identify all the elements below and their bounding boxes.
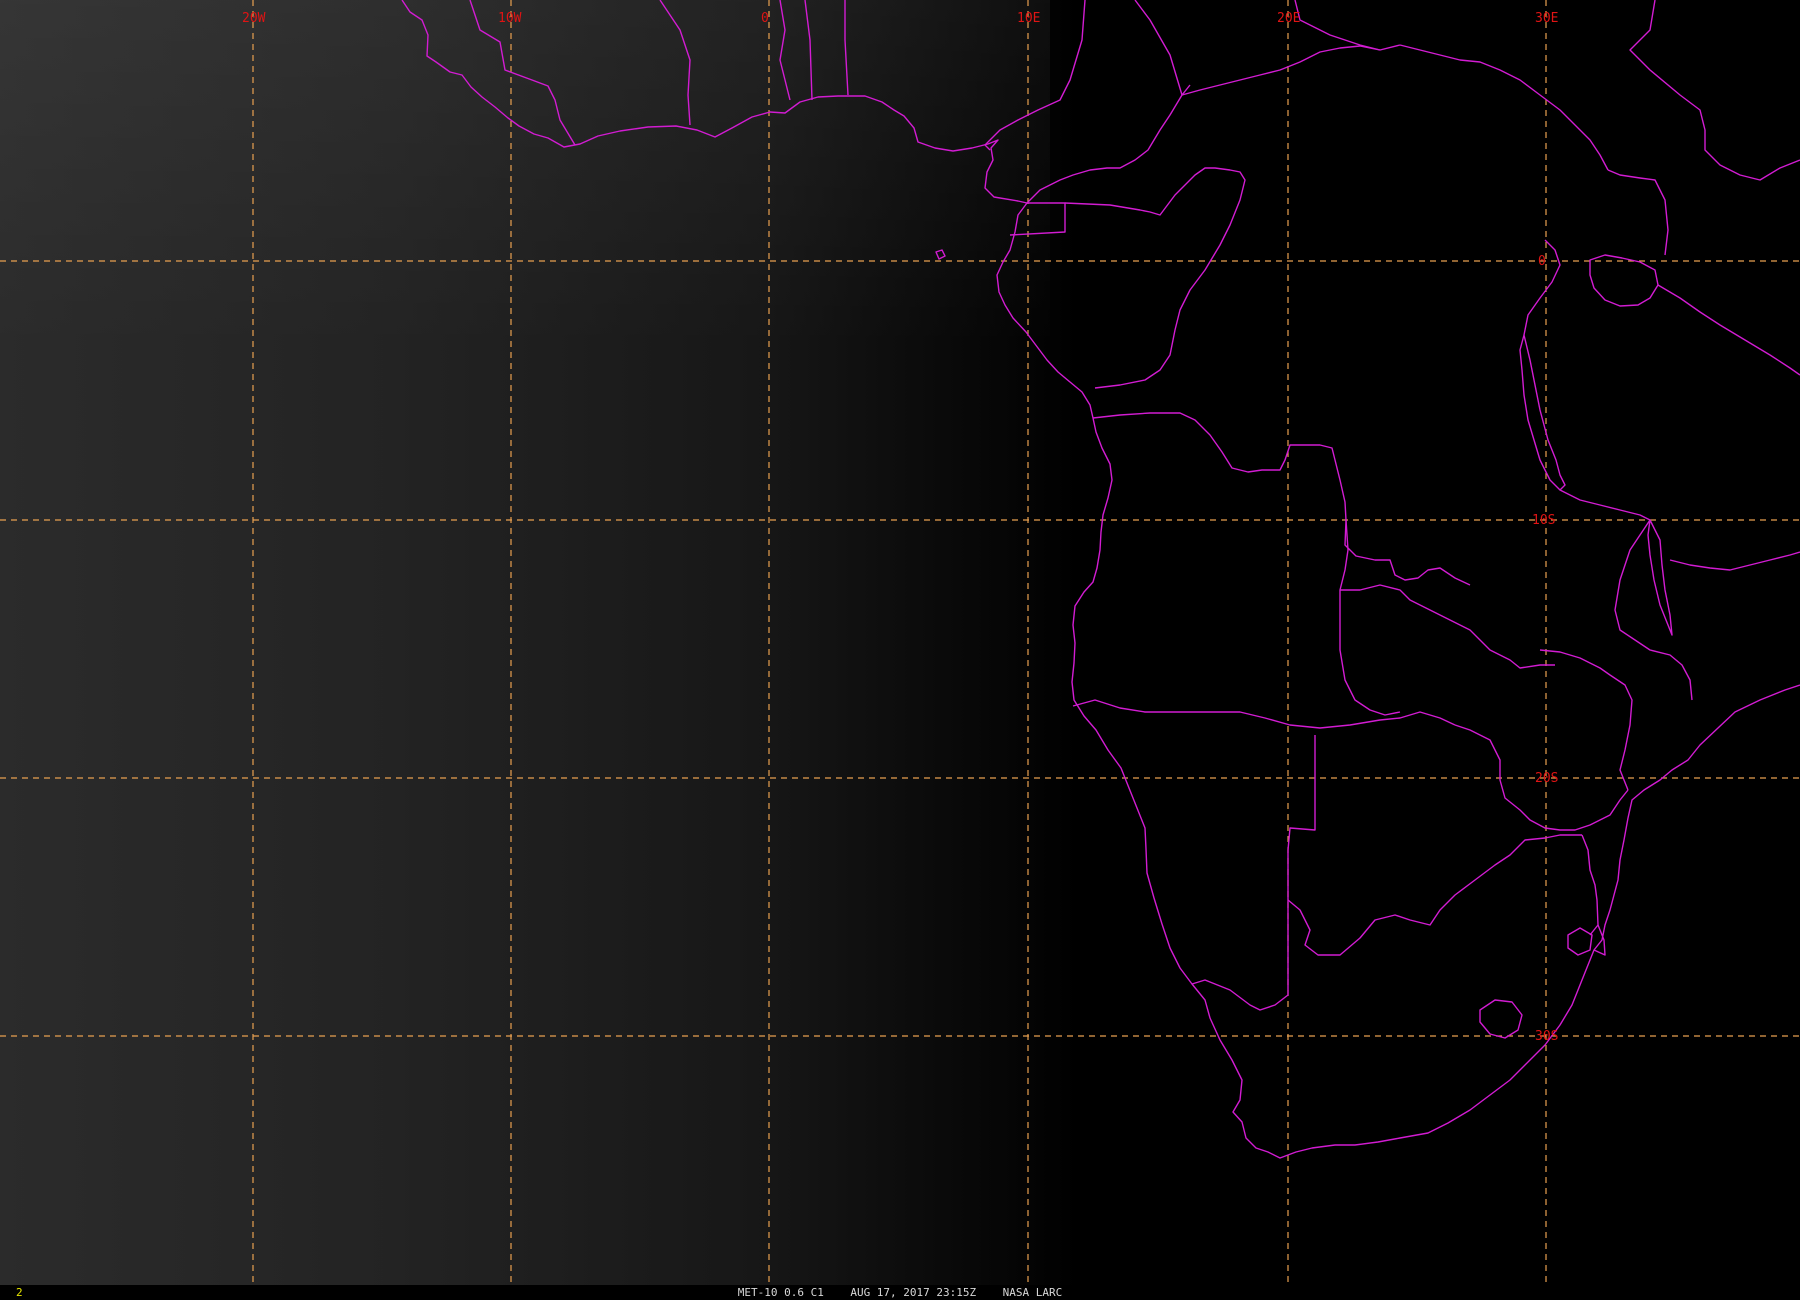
satellite-image-viewer[interactable]: 20W 10W 0 10E 20E 30E 0 10S 20S 30S [0,0,1800,1300]
image-caption: MET-10 0.6 C1 AUG 17, 2017 23:15Z NASA L… [737,1286,1063,1299]
lat-label-30s: 30S [1535,1029,1558,1044]
lon-label-10w: 10W [498,11,522,26]
lon-label-0: 0 [761,11,769,26]
lon-label-30e: 30E [1535,11,1558,26]
lat-label-0: 0 [1538,254,1546,269]
lon-label-20e: 20E [1277,11,1300,26]
imagery-glow [0,0,1050,700]
satellite-map[interactable]: 20W 10W 0 10E 20E 30E 0 10S 20S 30S [0,0,1800,1300]
lon-label-20w: 20W [242,11,266,26]
lat-label-20s: 20S [1535,771,1558,786]
status-bar: 2 MET-10 0.6 C1 AUG 17, 2017 23:15Z NASA… [0,1285,1800,1300]
lat-label-10s: 10S [1532,513,1555,528]
lon-label-10e: 10E [1017,11,1040,26]
